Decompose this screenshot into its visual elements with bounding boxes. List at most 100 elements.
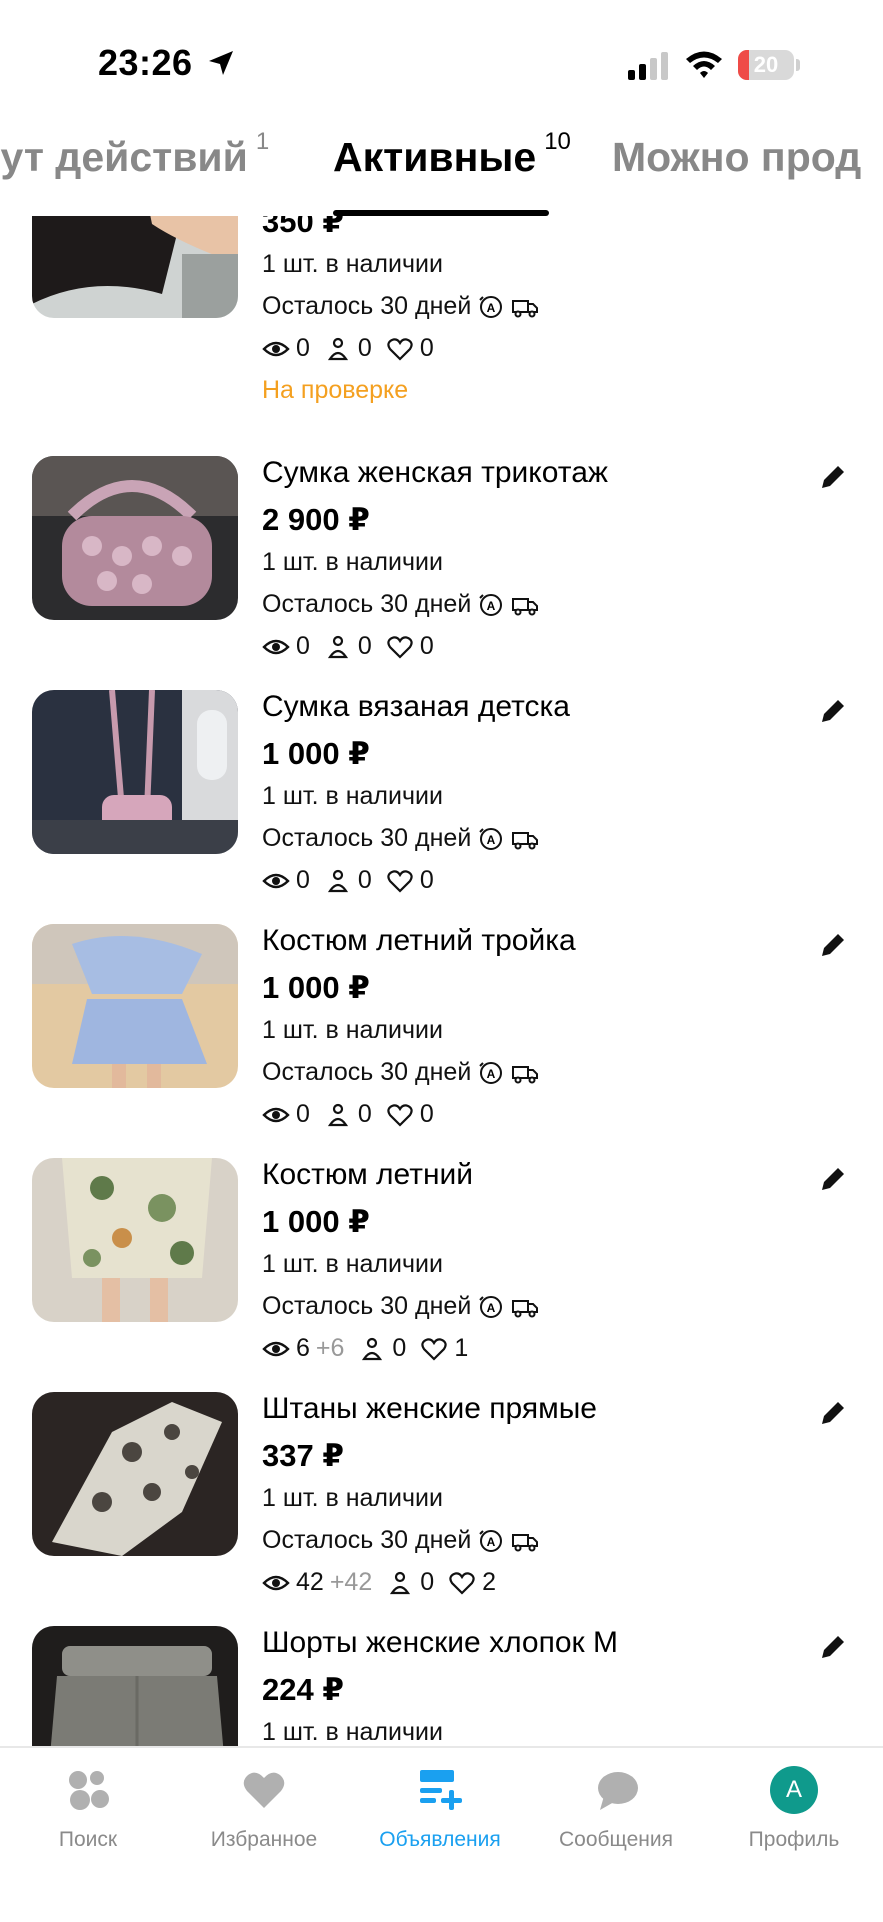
clock: 23:26 [98, 42, 193, 83]
bottom-navigation: Поиск Избранное Объявления Сообщения A П… [0, 1746, 883, 1922]
listings-add-icon [420, 1770, 462, 1810]
listing-status: На проверке [262, 376, 409, 404]
avatar: A [770, 1766, 818, 1814]
location-arrow-icon [209, 51, 233, 75]
listing-thumbnail[interactable] [32, 1158, 238, 1322]
listing-price: 2 900 ₽ [262, 502, 370, 537]
listing-thumbnail[interactable] [32, 216, 238, 318]
edit-pencil-icon[interactable] [816, 928, 850, 962]
photo-blue-suit [32, 924, 238, 1088]
autoboost-icon: A [479, 1529, 503, 1552]
svg-text:A: A [487, 1301, 496, 1315]
favorites-count: 0 [419, 866, 434, 894]
delivery-truck-icon [512, 831, 539, 849]
views-count: 0 [296, 334, 310, 362]
listing-price: 1 000 ₽ [262, 736, 370, 771]
delivery-truck-icon [512, 1533, 539, 1551]
battery-percent: 20 [753, 52, 779, 77]
listing-thumbnail[interactable] [32, 456, 238, 620]
status-bar: 23:26 20 [0, 0, 883, 130]
listing-thumbnail[interactable] [32, 1626, 238, 1746]
listing-thumbnail[interactable] [32, 1392, 238, 1556]
photo-black-top [32, 216, 238, 318]
listing-price: 337 ₽ [262, 1438, 344, 1473]
person-icon [327, 1103, 348, 1126]
autoboost-icon: A [479, 593, 503, 616]
heart-outline-icon [387, 1103, 413, 1127]
listing-stats: 0 0 0 [262, 866, 448, 895]
delivery-truck-icon [512, 299, 539, 317]
listings-list: 350 ₽ 1 шт. в наличии Осталось 30 дней A… [0, 216, 883, 1746]
views-count: 6 [296, 1334, 310, 1362]
search-dots-icon [69, 1771, 109, 1810]
battery-indicator: 20 [738, 50, 800, 80]
views-count: 0 [296, 1100, 310, 1128]
svg-text:A: A [487, 1067, 496, 1081]
heart-icon [243, 1772, 285, 1808]
contacts-count: 0 [357, 1100, 372, 1128]
views-delta: +6 [315, 1334, 345, 1362]
cellular-signal-icon [628, 52, 668, 80]
listing-thumbnail[interactable] [32, 690, 238, 854]
nav-favorites[interactable]: Избранное [176, 1766, 352, 1852]
delivery-truck-icon [512, 1065, 539, 1083]
edit-pencil-icon[interactable] [816, 1396, 850, 1430]
person-icon [362, 1337, 383, 1360]
edit-pencil-icon[interactable] [816, 1162, 850, 1196]
nav-messages[interactable]: Сообщения [528, 1766, 704, 1852]
heart-outline-icon [387, 635, 413, 659]
contacts-count: 0 [392, 1334, 407, 1362]
eye-icon [262, 1341, 290, 1356]
listing-days-left: Осталось 30 дней A [262, 1292, 539, 1321]
edit-pencil-icon[interactable] [816, 1630, 850, 1664]
listing-title[interactable]: Шорты женские хлопок М [262, 1626, 618, 1660]
favorites-count: 1 [454, 1334, 469, 1362]
listing-title[interactable]: Сумка вязаная детска [262, 690, 570, 724]
autoboost-icon: A [479, 1295, 503, 1318]
svg-text:A: A [487, 599, 496, 613]
nav-profile[interactable]: A Профиль [706, 1766, 882, 1852]
listing-stock: 1 шт. в наличии [262, 1484, 443, 1512]
favorites-count: 2 [482, 1568, 497, 1596]
tab-awaiting-action[interactable]: дут действий 1 [0, 130, 269, 181]
listing-stats: 0 0 0 [262, 1100, 448, 1129]
eye-icon [262, 1107, 290, 1122]
listing-price: 1 000 ₽ [262, 1204, 370, 1239]
person-icon [327, 635, 348, 658]
nav-search[interactable]: Поиск [0, 1766, 176, 1852]
delivery-truck-icon [512, 1299, 539, 1317]
listing-title[interactable]: Костюм летний тройка [262, 924, 576, 958]
contacts-count: 0 [420, 1568, 435, 1596]
listing-price: 224 ₽ [262, 1672, 344, 1707]
contacts-count: 0 [357, 866, 372, 894]
listing-title[interactable]: Костюм летний [262, 1158, 473, 1192]
heart-outline-icon [387, 869, 413, 893]
favorites-count: 0 [419, 1100, 434, 1128]
tab-can-sell[interactable]: Можно прод [612, 134, 861, 181]
views-count: 42 [296, 1568, 324, 1596]
chat-bubble-icon [598, 1772, 638, 1810]
listing-days-left: Осталось 30 дней A [262, 590, 539, 619]
person-icon [327, 869, 348, 892]
favorites-count: 0 [419, 632, 434, 660]
listing-stats: 42 +42 0 2 [262, 1568, 510, 1597]
tab-active[interactable]: Активные 10 [333, 130, 571, 181]
listing-thumbnail[interactable] [32, 924, 238, 1088]
edit-pencil-icon[interactable] [816, 694, 850, 728]
heart-outline-icon [421, 1337, 448, 1361]
listing-price: 1 000 ₽ [262, 970, 370, 1005]
eye-icon [262, 1575, 290, 1590]
contacts-count: 0 [357, 632, 372, 660]
listing-days-left: Осталось 30 дней A [262, 1058, 539, 1087]
autoboost-icon: A [479, 1061, 503, 1084]
person-icon [327, 337, 348, 360]
nav-listings[interactable]: Объявления [352, 1766, 528, 1852]
listing-tabs: дут действий 1 Активные 10 Можно прод [0, 130, 883, 216]
listing-title[interactable]: Штаны женские прямые [262, 1392, 597, 1426]
edit-pencil-icon[interactable] [816, 460, 850, 494]
heart-outline-icon [449, 1571, 475, 1595]
views-delta: +42 [329, 1568, 373, 1596]
autoboost-icon: A [479, 827, 503, 850]
listing-days-left: Осталось 30 дней A [262, 1526, 539, 1555]
listing-title[interactable]: Сумка женская трикотаж [262, 456, 608, 490]
